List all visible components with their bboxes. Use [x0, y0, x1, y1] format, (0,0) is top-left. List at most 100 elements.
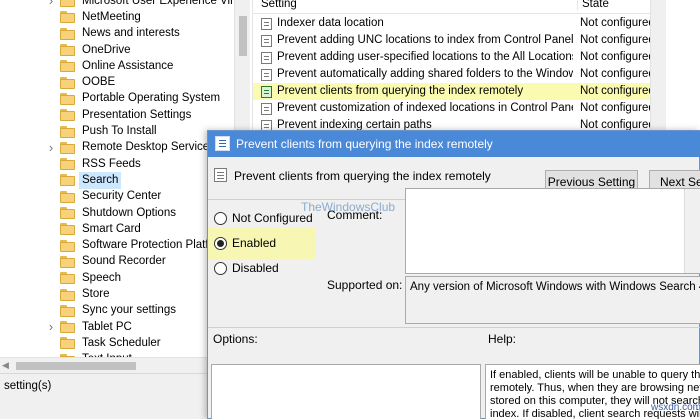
folder-icon [60, 27, 76, 40]
policy-name: Prevent customization of indexed locatio… [277, 102, 573, 114]
tree-item-label[interactable]: Microsoft User Experience Virtua [80, 0, 250, 9]
chevron-right-icon[interactable]: › [46, 320, 56, 333]
folder-icon [60, 60, 76, 73]
help-label: Help: [488, 332, 517, 346]
tree-item[interactable]: OneDrive [0, 42, 250, 58]
tree-item-label[interactable]: Shutdown Options [80, 206, 178, 221]
tree-item[interactable]: OOBE [0, 75, 250, 91]
tree-item[interactable]: Online Assistance [0, 58, 250, 74]
folder-icon [60, 0, 76, 8]
tree-item-label[interactable]: Search [78, 171, 122, 189]
radio-enabled[interactable]: Enabled [214, 234, 276, 252]
radio-not-configured[interactable]: Not Configured [214, 209, 313, 227]
folder-icon [60, 239, 76, 252]
list-header: Setting State [253, 0, 700, 14]
comment-scrollbar[interactable] [684, 189, 700, 273]
radio-enabled-label[interactable]: Enabled [232, 236, 276, 250]
policy-row[interactable]: Indexer data location Not configured [253, 15, 700, 32]
tree-item-label[interactable]: Speech [80, 271, 123, 286]
tree-item-label[interactable]: Store [80, 287, 112, 302]
options-label: Options: [213, 332, 258, 346]
dialog-title: Prevent clients from querying the index … [236, 137, 493, 151]
policy-setting-icon [261, 35, 272, 47]
policy-name: Prevent adding UNC locations to index fr… [277, 34, 573, 46]
tree-item[interactable]: Presentation Settings [0, 107, 250, 123]
folder-icon [60, 141, 76, 154]
policy-state: Not configured [580, 51, 650, 63]
policy-name: Indexer data location [277, 17, 384, 29]
folder-icon [60, 174, 76, 187]
policy-dialog: Prevent clients from querying the index … [207, 130, 700, 419]
supported-on-label: Supported on: [327, 278, 403, 292]
folder-icon [60, 44, 76, 57]
tree-item-label[interactable]: Online Assistance [80, 59, 175, 74]
folder-icon [60, 158, 76, 171]
folder-icon [60, 337, 76, 350]
radio-disabled-circle[interactable] [214, 261, 227, 275]
tree-item[interactable]: Portable Operating System [0, 91, 250, 107]
folder-icon [60, 76, 76, 89]
folder-icon [60, 223, 76, 236]
status-text: setting(s) [4, 380, 52, 392]
policy-setting-icon [261, 103, 272, 115]
chevron-right-icon[interactable]: › [46, 141, 56, 154]
tree-item-label[interactable]: Push To Install [80, 124, 159, 139]
policy-name: Prevent automatically adding shared fold… [277, 68, 573, 80]
tree-item-label[interactable]: Presentation Settings [80, 108, 193, 123]
tree-item-label[interactable]: OOBE [80, 75, 117, 90]
tree-item-label[interactable]: News and interests [80, 26, 182, 41]
options-divider [208, 327, 700, 328]
folder-icon [60, 255, 76, 268]
tree-item-label[interactable]: Tablet PC [80, 320, 134, 335]
folder-icon [60, 304, 76, 317]
policy-state: Not configured [580, 102, 650, 114]
radio-disabled-label[interactable]: Disabled [232, 261, 279, 275]
policy-setting-icon [261, 52, 272, 64]
tree-item[interactable]: NetMeeting [0, 9, 250, 25]
tree-item-label[interactable]: Portable Operating System [80, 91, 222, 106]
folder-icon [60, 321, 76, 334]
comment-textarea[interactable] [405, 188, 700, 274]
column-header-state[interactable]: State [577, 0, 609, 10]
tree-item-label[interactable]: Task Scheduler [80, 336, 163, 351]
tree-item[interactable]: News and interests [0, 26, 250, 42]
policy-row[interactable]: Prevent clients from querying the index … [253, 83, 700, 100]
radio-not-configured-circle[interactable] [214, 211, 227, 225]
supported-on-field: Any version of Microsoft Windows with Wi… [405, 276, 700, 324]
tree-vertical-scroll-thumb[interactable] [239, 16, 247, 56]
tree-item[interactable]: › Microsoft User Experience Virtua [0, 0, 250, 9]
watermark: TheWindowsClub [301, 200, 396, 214]
tree-item-label[interactable]: Software Protection Platfor [80, 238, 221, 253]
folder-icon [60, 109, 76, 122]
help-text-line: If enabled, clients will be unable to qu… [490, 369, 700, 381]
folder-icon [60, 207, 76, 220]
policy-state: Not configured [580, 17, 650, 29]
list-vertical-scrollbar[interactable] [650, 0, 666, 130]
tree-item-label[interactable]: Sync your settings [80, 303, 178, 318]
policy-row[interactable]: Prevent customization of indexed locatio… [253, 100, 700, 117]
tree-item-label[interactable]: Security Center [80, 189, 163, 204]
chevron-right-icon[interactable]: › [46, 0, 56, 7]
tree-item-label[interactable]: Smart Card [80, 222, 143, 237]
supported-on-value: Any version of Microsoft Windows with Wi… [410, 281, 700, 293]
dialog-titlebar[interactable]: Prevent clients from querying the index … [208, 131, 700, 157]
radio-enabled-circle[interactable] [214, 236, 227, 250]
folder-icon [60, 92, 76, 105]
policy-row[interactable]: Prevent adding user-specified locations … [253, 49, 700, 66]
tree-item-label[interactable]: NetMeeting [80, 10, 143, 25]
tree-item-label[interactable]: OneDrive [80, 43, 133, 58]
policy-row[interactable]: Prevent automatically adding shared fold… [253, 66, 700, 83]
tree-horizontal-scroll-thumb[interactable] [16, 362, 136, 370]
folder-icon [60, 125, 76, 138]
scroll-left-icon[interactable]: ◀ [2, 360, 9, 371]
radio-disabled[interactable]: Disabled [214, 259, 279, 277]
policy-icon [214, 168, 227, 182]
policy-settings-icon [215, 136, 230, 151]
tree-item-label[interactable]: Sound Recorder [80, 254, 168, 269]
folder-icon [60, 272, 76, 285]
policy-row[interactable]: Prevent adding UNC locations to index fr… [253, 32, 700, 49]
tree-item-label[interactable]: RSS Feeds [80, 157, 143, 172]
column-header-setting[interactable]: Setting [261, 0, 297, 10]
folder-icon [60, 11, 76, 24]
tree-item-label[interactable]: Remote Desktop Services [80, 140, 217, 155]
